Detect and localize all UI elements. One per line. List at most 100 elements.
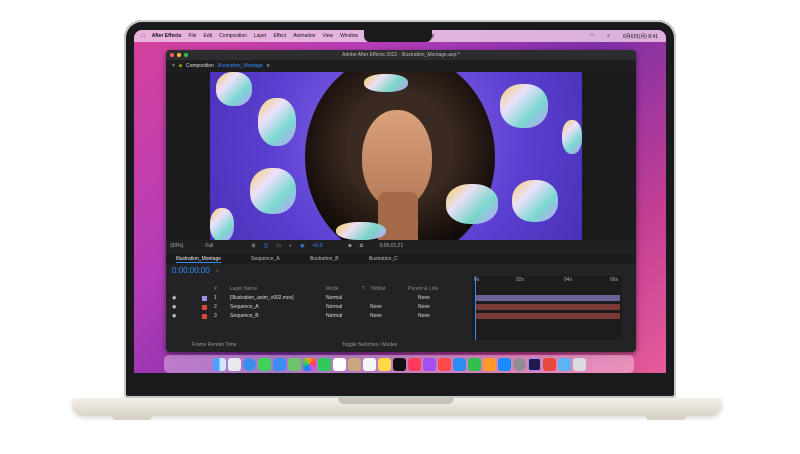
- floating-shape: [562, 120, 582, 154]
- safari-icon[interactable]: [242, 357, 256, 371]
- minimize-button[interactable]: [177, 53, 181, 57]
- lock-icon[interactable]: ■: [179, 63, 182, 69]
- photos-icon[interactable]: [302, 357, 316, 371]
- layer-bar[interactable]: [476, 295, 620, 301]
- launchpad-icon[interactable]: [227, 357, 241, 371]
- exposure-icon[interactable]: ◉: [300, 243, 304, 249]
- channel-icon[interactable]: ◐: [289, 243, 292, 249]
- layer-mode[interactable]: Normal: [326, 295, 342, 301]
- tab-illustration-montage[interactable]: Illustration_Montage: [176, 256, 222, 263]
- contacts-icon[interactable]: [347, 357, 361, 371]
- tab-illustration-c[interactable]: Illustration_C: [369, 256, 398, 262]
- menu-file[interactable]: File: [188, 33, 196, 39]
- show-snapshot-icon[interactable]: ✿: [359, 243, 363, 249]
- trash-icon[interactable]: [572, 357, 586, 371]
- ruler-tick: 06s: [610, 277, 619, 283]
- layer-trkmat[interactable]: None: [370, 304, 382, 310]
- visibility-icon[interactable]: ◉: [172, 304, 176, 310]
- resolution-dropdown[interactable]: Full: [205, 243, 213, 249]
- timecode[interactable]: 0:00:00:00: [172, 266, 210, 275]
- header-layer-name: Layer Name: [230, 286, 258, 292]
- composition-viewer[interactable]: [166, 72, 636, 242]
- menu-effect[interactable]: Effect: [273, 33, 286, 39]
- downloads-folder-icon[interactable]: [557, 357, 571, 371]
- zoom-button[interactable]: [184, 53, 188, 57]
- notes-icon[interactable]: [377, 357, 391, 371]
- layer-parent[interactable]: None: [418, 313, 430, 319]
- menu-window[interactable]: Window: [340, 33, 358, 39]
- title-bar: Adobe After Effects 2022 - Illustration_…: [166, 50, 636, 60]
- floating-shape: [216, 72, 252, 106]
- tv-icon[interactable]: [392, 357, 406, 371]
- close-button[interactable]: [170, 53, 174, 57]
- panel-close-icon[interactable]: ×: [172, 63, 175, 69]
- menu-composition[interactable]: Composition: [219, 33, 247, 39]
- zoom-dropdown[interactable]: (50%): [170, 243, 183, 249]
- camera-icon[interactable]: ◙: [348, 243, 351, 249]
- tab-sequence-a[interactable]: Sequence_A: [251, 256, 280, 262]
- playhead[interactable]: [475, 276, 476, 340]
- menu-app-name[interactable]: After Effects: [152, 33, 182, 39]
- layer-parent[interactable]: None: [418, 295, 430, 301]
- wifi-icon[interactable]: ◠: [590, 33, 594, 40]
- menu-animation[interactable]: Animation: [293, 33, 315, 39]
- label-color[interactable]: [202, 305, 207, 310]
- current-time[interactable]: 0;00;01;21: [380, 243, 404, 249]
- time-ruler[interactable]: 0s 02s 04s 06s: [472, 276, 622, 286]
- layer-trkmat[interactable]: None: [370, 313, 382, 319]
- track-area[interactable]: 0s 02s 04s 06s: [472, 276, 622, 340]
- podcasts-icon[interactable]: [422, 357, 436, 371]
- layer-row[interactable]: ◉ 2 Sequence_A Normal None None: [172, 304, 472, 312]
- system-preferences-icon[interactable]: [512, 357, 526, 371]
- composition-name[interactable]: Illustration_Montage: [218, 63, 263, 69]
- app-icon[interactable]: [542, 357, 556, 371]
- layer-row[interactable]: ◉ 3 Sequence_B Normal None None: [172, 313, 472, 321]
- music-icon[interactable]: [407, 357, 421, 371]
- laptop-foot: [646, 416, 686, 420]
- tab-illustration-b[interactable]: Illustration_B: [310, 256, 339, 262]
- menu-layer[interactable]: Layer: [254, 33, 267, 39]
- panel-menu-icon[interactable]: ≡: [267, 63, 270, 69]
- visibility-icon[interactable]: ◉: [172, 295, 176, 301]
- toggle-switches-modes[interactable]: Toggle Switches / Modes: [342, 342, 397, 348]
- region-icon[interactable]: ▭: [276, 243, 281, 249]
- menu-edit[interactable]: Edit: [204, 33, 213, 39]
- finder-icon[interactable]: [212, 357, 226, 371]
- mask-icon[interactable]: ◫: [264, 243, 269, 249]
- menu-view[interactable]: View: [322, 33, 333, 39]
- layer-name[interactable]: Sequence_B: [230, 313, 259, 319]
- label-color[interactable]: [202, 314, 207, 319]
- layer-header: # Layer Name Mode T TrkMat Parent & Link: [172, 286, 472, 293]
- search-icon[interactable]: ⌕: [607, 33, 610, 40]
- maps-icon[interactable]: [287, 357, 301, 371]
- menu-clock[interactable]: 6月6日(月) 8:41: [623, 33, 658, 40]
- facetime-icon[interactable]: [317, 357, 331, 371]
- layer-number: 3: [214, 313, 217, 319]
- layer-parent[interactable]: None: [418, 304, 430, 310]
- after-effects-icon[interactable]: [527, 357, 541, 371]
- messages-icon[interactable]: [257, 357, 271, 371]
- label-color[interactable]: [202, 296, 207, 301]
- reminders-icon[interactable]: [362, 357, 376, 371]
- layer-bar[interactable]: [476, 313, 620, 319]
- layer-row[interactable]: ◉ 1 [Illustration_anim_v902.mov] Normal …: [172, 295, 472, 303]
- numbers-icon[interactable]: [467, 357, 481, 371]
- grid-icon[interactable]: ⊞: [251, 243, 255, 249]
- layer-name[interactable]: Sequence_A: [230, 304, 259, 310]
- exposure-value[interactable]: +0.0: [312, 243, 322, 249]
- layer-bar[interactable]: [476, 304, 620, 310]
- layer-mode[interactable]: Normal: [326, 313, 342, 319]
- layer-name[interactable]: [Illustration_anim_v902.mov]: [230, 295, 294, 301]
- app-store-icon[interactable]: [497, 357, 511, 371]
- layer-mode[interactable]: Normal: [326, 304, 342, 310]
- pages-icon[interactable]: [482, 357, 496, 371]
- ruler-tick: 04s: [564, 277, 573, 283]
- keynote-icon[interactable]: [452, 357, 466, 371]
- layer-search[interactable]: ⌕: [216, 268, 219, 274]
- visibility-icon[interactable]: ◉: [172, 313, 176, 319]
- apple-icon[interactable]: : [141, 33, 145, 39]
- mail-icon[interactable]: [272, 357, 286, 371]
- laptop-base-notch: [338, 398, 454, 404]
- calendar-icon[interactable]: [332, 357, 346, 371]
- news-icon[interactable]: [437, 357, 451, 371]
